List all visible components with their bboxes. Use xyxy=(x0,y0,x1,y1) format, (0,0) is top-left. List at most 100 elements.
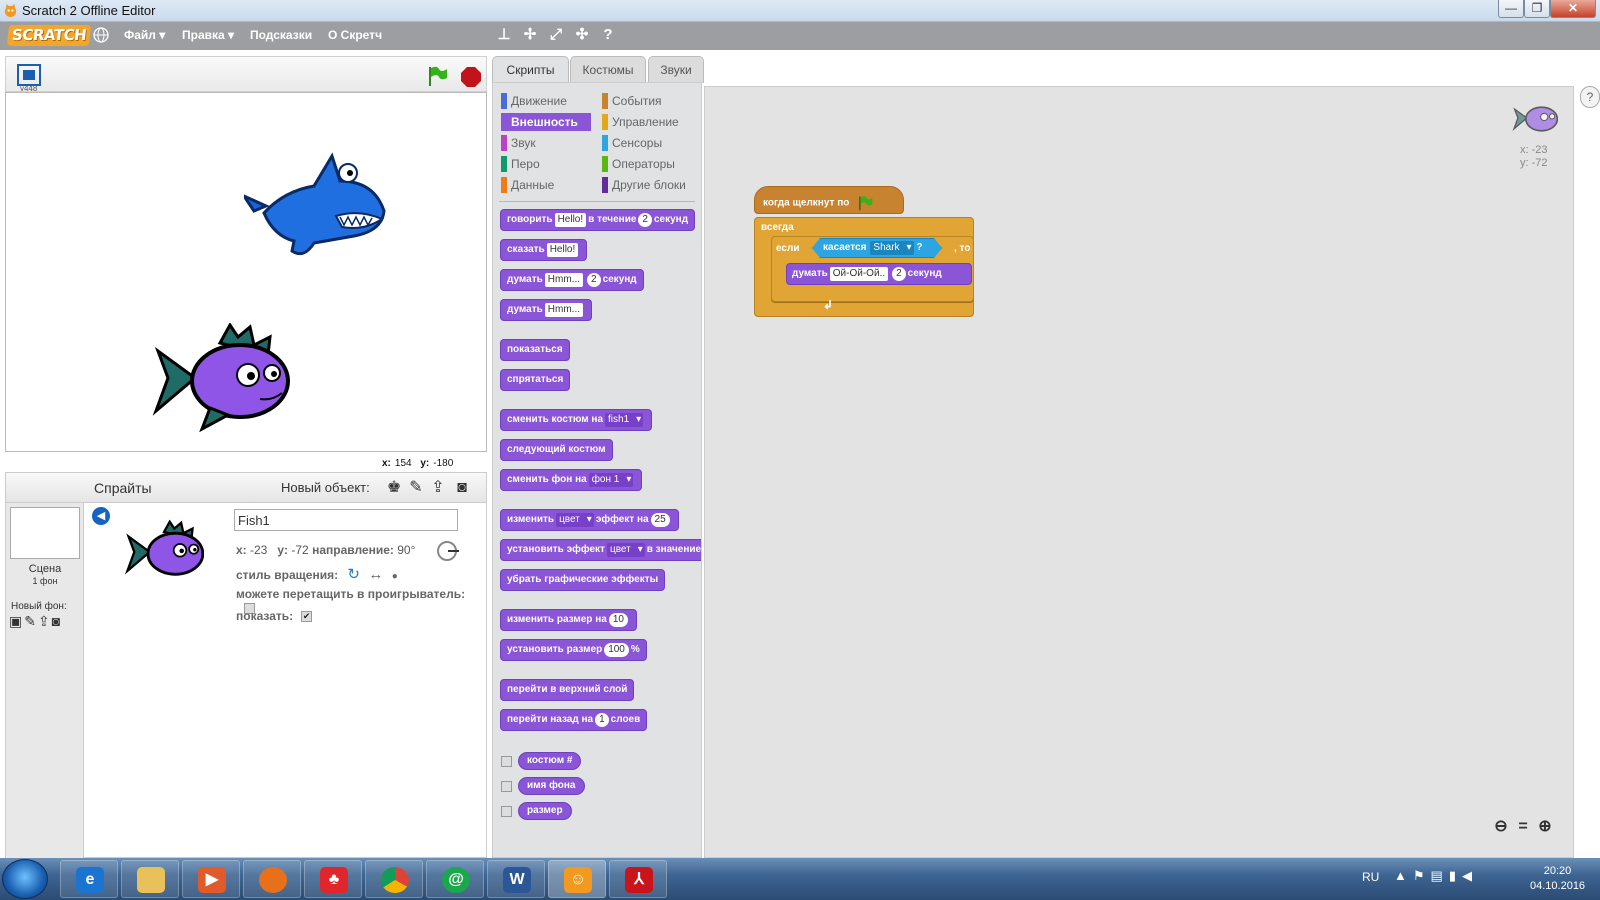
think-secs-input[interactable]: 2 xyxy=(892,267,906,281)
block-say-for-secs[interactable]: говорить Hello! в течение 2 секунд xyxy=(500,209,696,231)
reporter-checkbox[interactable] xyxy=(501,756,512,767)
category-looks[interactable]: Внешность xyxy=(501,113,591,131)
signal-icon[interactable]: ▮ xyxy=(1449,868,1462,883)
camera-backdrop-icon[interactable]: ◙ xyxy=(52,613,62,629)
rotate-all-around-icon[interactable]: ↻ xyxy=(347,566,360,583)
block-input[interactable]: Hello! xyxy=(554,213,587,227)
tray-clock[interactable]: 20:20 04.10.2016 xyxy=(1530,864,1585,894)
block-change-effect[interactable]: изменитьцветэффект на25 xyxy=(500,509,679,531)
block-switch-backdrop[interactable]: сменить фон на фон 1 xyxy=(500,469,643,491)
when-flag-clicked-block[interactable]: когда щелкнут по xyxy=(754,186,904,214)
block-clear-effects[interactable]: убрать графические эффекты xyxy=(500,569,666,591)
tab-sounds[interactable]: Звуки xyxy=(648,56,704,83)
paint-brush-icon[interactable]: ✎ xyxy=(406,478,426,498)
close-button[interactable]: ✕ xyxy=(1550,0,1596,18)
back-arrow-icon[interactable]: ◀ xyxy=(92,507,110,525)
dont-rotate-icon[interactable]: ● xyxy=(392,571,398,582)
upload-backdrop-icon[interactable]: ⇪ xyxy=(38,613,52,629)
grow-icon[interactable]: ⤢ xyxy=(547,26,565,44)
block-dropdown[interactable]: fish1 xyxy=(605,413,644,427)
presentation-mode-icon[interactable] xyxy=(17,64,41,86)
reporter-costume-number[interactable]: костюм # xyxy=(518,752,582,770)
think-text-input[interactable]: Ой-Ой-Ой.. xyxy=(829,267,889,281)
help-icon[interactable]: ? xyxy=(599,26,617,44)
taskbar-mail-agent[interactable]: @ xyxy=(426,860,484,898)
block-set-effect[interactable]: установить эффектцветв значение xyxy=(500,539,701,561)
device-icon[interactable]: ▤ xyxy=(1431,868,1449,883)
backdrop-library-icon[interactable]: ▣ xyxy=(9,613,24,629)
block-think-for-secs[interactable]: думать Hmm... 2 секунд xyxy=(500,269,644,291)
block-hide[interactable]: спрятаться xyxy=(500,369,571,391)
tray-language[interactable]: RU xyxy=(1362,870,1379,884)
stage-canvas[interactable] xyxy=(5,92,487,452)
reporter-size[interactable]: размер xyxy=(518,802,572,820)
block-dropdown[interactable]: цвет xyxy=(606,543,645,557)
block-input[interactable]: 25 xyxy=(650,513,670,527)
help-tips-icon[interactable]: ? xyxy=(1580,86,1600,108)
taskbar-explorer[interactable] xyxy=(121,860,179,898)
category-events[interactable]: События xyxy=(602,92,692,110)
zoom-in-icon[interactable]: ⊕ xyxy=(1534,816,1556,836)
tab-costumes[interactable]: Костюмы xyxy=(570,56,646,83)
block-input[interactable]: Hmm... xyxy=(544,273,583,287)
category-operators[interactable]: Операторы xyxy=(602,155,692,173)
block-set-size[interactable]: установить размер 100% xyxy=(500,639,647,661)
forever-block[interactable]: всегда если касаетсяShark ? , то думатьО… xyxy=(754,217,974,317)
menu-edit[interactable]: Правка ▾ xyxy=(182,28,234,42)
left-right-icon[interactable]: ↔ xyxy=(368,566,383,583)
cut-scissors-icon[interactable]: ✢ xyxy=(521,26,539,44)
green-flag-icon[interactable] xyxy=(426,65,448,87)
menu-about[interactable]: О Скретч xyxy=(328,28,382,42)
action-center-flag-icon[interactable]: ⚑ xyxy=(1413,868,1431,883)
block-go-back-layers[interactable]: перейти назад на 1 слоев xyxy=(500,709,648,731)
tray-arrow-icon[interactable]: ▲ xyxy=(1394,868,1413,883)
taskbar-word[interactable]: W xyxy=(487,860,545,898)
block-go-to-front[interactable]: перейти в верхний слой xyxy=(500,679,635,701)
category-control[interactable]: Управление xyxy=(602,113,692,131)
block-input[interactable]: Hmm... xyxy=(544,303,583,317)
menu-tips[interactable]: Подсказки xyxy=(250,28,312,42)
zoom-out-icon[interactable]: ⊖ xyxy=(1490,816,1512,836)
taskbar-chrome[interactable] xyxy=(365,860,423,898)
paint-backdrop-icon[interactable]: ✎ xyxy=(24,613,38,629)
scene-thumbnail[interactable] xyxy=(10,507,80,559)
block-show[interactable]: показаться xyxy=(500,339,570,361)
category-motion[interactable]: Движение xyxy=(501,92,591,110)
direction-dial[interactable] xyxy=(437,541,459,561)
think-for-secs-block[interactable]: думать Ой-Ой-Ой.. 2 секунд xyxy=(786,263,972,285)
reporter-checkbox[interactable] xyxy=(501,781,512,792)
language-globe-icon[interactable] xyxy=(93,27,109,43)
tab-scripts[interactable]: Скрипты xyxy=(492,56,569,83)
touching-target-dropdown[interactable]: Shark xyxy=(870,241,913,255)
stop-icon[interactable] xyxy=(460,66,482,88)
taskbar-firefox[interactable] xyxy=(243,860,301,898)
category-more-blocks[interactable]: Другие блоки xyxy=(602,176,692,194)
block-input[interactable]: 2 xyxy=(638,213,652,227)
block-input[interactable]: 100 xyxy=(604,643,629,657)
minimize-button[interactable]: — xyxy=(1498,0,1524,18)
block-input[interactable]: Hello! xyxy=(546,243,579,257)
shrink-icon[interactable]: ✣ xyxy=(573,26,591,44)
block-dropdown[interactable]: фон 1 xyxy=(588,473,634,487)
block-next-costume[interactable]: следующий костюм xyxy=(500,439,613,461)
block-input[interactable]: 1 xyxy=(595,713,609,727)
camera-icon[interactable]: ◙ xyxy=(452,478,472,498)
volume-icon[interactable]: ◀ xyxy=(1462,868,1478,883)
block-switch-costume[interactable]: сменить костюм на fish1 xyxy=(500,409,653,431)
block-say[interactable]: сказать Hello! xyxy=(500,239,588,261)
sprite-library-icon[interactable]: ♚ xyxy=(384,478,404,498)
block-input[interactable]: 10 xyxy=(608,613,628,627)
if-then-block[interactable]: если касаетсяShark ? , то думатьОй-Ой-Ой… xyxy=(771,236,974,302)
scratch-logo[interactable]: SCRATCH xyxy=(6,25,92,46)
touching-sensor-block[interactable]: касаетсяShark ? xyxy=(812,238,942,258)
maximize-button[interactable]: ❐ xyxy=(1524,0,1550,18)
menu-file[interactable]: Файл ▾ xyxy=(124,28,165,42)
shark-sprite[interactable] xyxy=(244,151,389,261)
taskbar-app-red[interactable]: ♣ xyxy=(304,860,362,898)
block-change-size[interactable]: изменить размер на 10 xyxy=(500,609,637,631)
show-checkbox[interactable]: ✔ xyxy=(301,611,313,623)
category-sensing[interactable]: Сенсоры xyxy=(602,134,692,152)
fish-sprite[interactable] xyxy=(150,323,290,433)
start-button[interactable] xyxy=(2,859,48,899)
upload-icon[interactable]: ⇪ xyxy=(428,478,448,498)
